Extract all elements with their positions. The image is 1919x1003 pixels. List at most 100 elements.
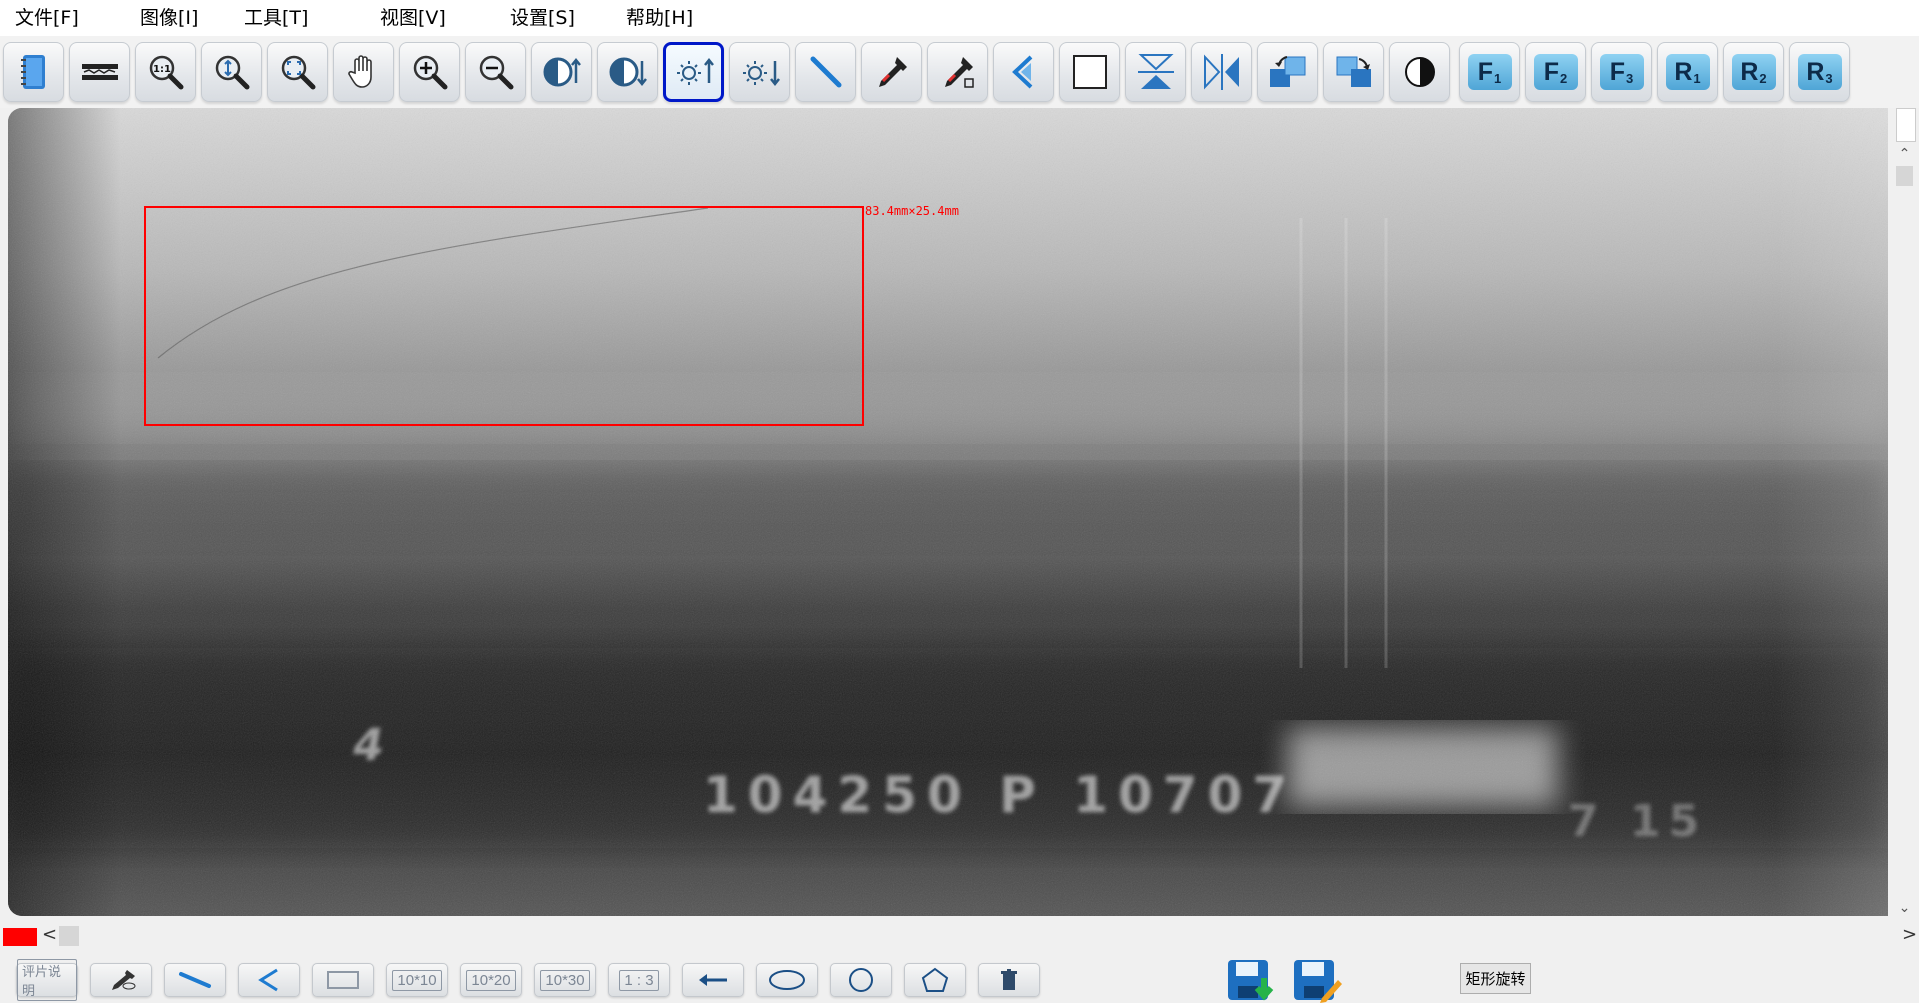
brightness-up-button[interactable] bbox=[663, 42, 724, 102]
grid-10x20-label: 10*20 bbox=[466, 969, 516, 991]
film-note-label: 评片说明 bbox=[17, 959, 77, 1001]
pentagon-icon bbox=[921, 967, 949, 992]
pan-hand-icon bbox=[347, 55, 372, 88]
zoom-fit-all-button[interactable] bbox=[267, 42, 328, 102]
scroll-left-arrow-icon[interactable]: < bbox=[42, 924, 57, 945]
notebook-button[interactable] bbox=[3, 42, 64, 102]
scrollbar-top-box bbox=[1896, 108, 1916, 142]
menu-help[interactable]: 帮助[H] bbox=[592, 0, 742, 36]
rotate-right-button[interactable] bbox=[1323, 42, 1384, 102]
measure-line-icon bbox=[810, 56, 841, 88]
scrollbar-thumb[interactable] bbox=[1896, 166, 1913, 186]
flip-vertical-icon bbox=[1137, 54, 1174, 89]
draw-circle-button[interactable] bbox=[830, 963, 892, 997]
draw-arrow-button[interactable] bbox=[682, 963, 744, 997]
grid-10x10-label: 10*10 bbox=[392, 969, 442, 991]
radiograph-viewport[interactable]: 4 104250 P 10707 7 15 83.4mm×25.4mm bbox=[8, 108, 1888, 916]
grid-10x20-button[interactable]: 10*20 bbox=[460, 963, 522, 997]
draw-rectangle-button[interactable] bbox=[312, 963, 374, 997]
draw-angle-icon bbox=[258, 968, 278, 992]
zoom-fit-height-button[interactable] bbox=[201, 42, 262, 102]
eyedropper-sample-icon bbox=[944, 57, 974, 88]
delete-annotation-button[interactable] bbox=[978, 963, 1040, 997]
measure-line-button[interactable] bbox=[795, 42, 856, 102]
invert-button[interactable] bbox=[1389, 42, 1450, 102]
eyedropper-icon bbox=[878, 57, 907, 87]
ellipse-icon bbox=[769, 970, 805, 990]
rotate-left-button[interactable] bbox=[1257, 42, 1318, 102]
preset-r2-button[interactable]: R2 bbox=[1723, 42, 1784, 102]
horizontal-scrollbar-thumb[interactable] bbox=[59, 926, 79, 946]
vertical-scrollbar[interactable]: ⌃ ⌄ bbox=[1890, 108, 1919, 916]
scroll-up-arrow-icon[interactable]: ⌃ bbox=[1890, 144, 1919, 164]
main-toolbar: 1:1 F 1 F 2 F 3 R 1 R 2 R 3 bbox=[0, 36, 1919, 108]
draw-rectangle-icon bbox=[327, 971, 359, 989]
roi-dimension-label: 83.4mm×25.4mm bbox=[865, 204, 959, 218]
app-window: 文件[F] 图像[I] 工具[T] 视图[V] 设置[S] 帮助[H] 1:1 bbox=[0, 0, 1919, 1003]
eyedropper-button[interactable] bbox=[861, 42, 922, 102]
bottom-toolbar: 评片说明 10*10 10*20 10*30 1 : 3 bbox=[0, 950, 1919, 1003]
invert-icon bbox=[1404, 57, 1435, 87]
preset-r1-button[interactable]: R1 bbox=[1657, 42, 1718, 102]
ratio-1-3-button[interactable]: 1 : 3 bbox=[608, 963, 670, 997]
contrast-up-button[interactable] bbox=[531, 42, 592, 102]
rect-rotate-button[interactable]: 矩形旋转 bbox=[1460, 963, 1531, 994]
notebook-icon bbox=[20, 55, 45, 89]
zoom-1to1-button[interactable]: 1:1 bbox=[135, 42, 196, 102]
film-code-end-text: 7 15 bbox=[1568, 796, 1708, 847]
zoom-out-button[interactable] bbox=[465, 42, 526, 102]
draw-angle-button[interactable] bbox=[238, 963, 300, 997]
zoom-1to1-icon: 1:1 bbox=[149, 55, 183, 90]
menu-tools[interactable]: 工具[T] bbox=[204, 0, 330, 36]
color-picker-button[interactable] bbox=[90, 963, 152, 997]
line-profile-button[interactable] bbox=[69, 42, 130, 102]
trash-icon bbox=[1001, 969, 1017, 990]
flip-horizontal-button[interactable] bbox=[1191, 42, 1252, 102]
menu-bar: 文件[F] 图像[I] 工具[T] 视图[V] 设置[S] 帮助[H] bbox=[0, 0, 1919, 36]
eyedropper-sample-button[interactable] bbox=[927, 42, 988, 102]
preset-r3-icon: R3 bbox=[1797, 54, 1842, 90]
roi-rectangle[interactable] bbox=[144, 206, 864, 426]
save-as-button[interactable] bbox=[1290, 956, 1346, 1003]
brightness-down-icon bbox=[742, 61, 780, 87]
brightness-up-icon bbox=[676, 57, 714, 85]
brightness-down-button[interactable] bbox=[729, 42, 790, 102]
menu-file[interactable]: 文件[F] bbox=[0, 0, 98, 36]
menu-view[interactable]: 视图[V] bbox=[330, 0, 466, 36]
zoom-fit-all-icon bbox=[281, 55, 315, 90]
angle-button[interactable] bbox=[993, 42, 1054, 102]
preset-f1-icon: F1 bbox=[1467, 54, 1512, 90]
preset-f1-button[interactable]: F1 bbox=[1459, 42, 1520, 102]
arrow-left-icon bbox=[699, 974, 727, 986]
grid-10x10-button[interactable]: 10*10 bbox=[386, 963, 448, 997]
zoom-fit-height-icon bbox=[215, 55, 249, 90]
menu-image[interactable]: 图像[I] bbox=[98, 0, 204, 36]
contrast-up-icon bbox=[543, 57, 581, 87]
film-note-button[interactable]: 评片说明 bbox=[16, 959, 78, 1001]
line-profile-icon bbox=[81, 64, 118, 80]
zoom-in-button[interactable] bbox=[399, 42, 460, 102]
zoom-out-icon bbox=[479, 55, 513, 90]
menu-settings[interactable]: 设置[S] bbox=[466, 0, 592, 36]
flip-vertical-button[interactable] bbox=[1125, 42, 1186, 102]
rectangle-button[interactable] bbox=[1059, 42, 1120, 102]
annotation-color-swatch[interactable] bbox=[3, 928, 37, 946]
draw-ellipse-button[interactable] bbox=[756, 963, 818, 997]
draw-polygon-button[interactable] bbox=[904, 963, 966, 997]
save-button[interactable] bbox=[1224, 956, 1280, 1003]
contrast-down-button[interactable] bbox=[597, 42, 658, 102]
scroll-down-arrow-icon[interactable]: ⌄ bbox=[1890, 898, 1919, 918]
preset-f2-button[interactable]: F2 bbox=[1525, 42, 1586, 102]
draw-line-button[interactable] bbox=[164, 963, 226, 997]
preset-f2-icon: F2 bbox=[1533, 54, 1578, 90]
ratio-1-3-label: 1 : 3 bbox=[619, 969, 659, 991]
color-picker-icon bbox=[112, 970, 136, 990]
scroll-right-arrow-icon[interactable]: > bbox=[1902, 924, 1917, 945]
grid-10x30-button[interactable]: 10*30 bbox=[534, 963, 596, 997]
preset-f3-button[interactable]: F3 bbox=[1591, 42, 1652, 102]
save-edit-icon bbox=[1294, 960, 1342, 1003]
pan-button[interactable] bbox=[333, 42, 394, 102]
preset-r3-button[interactable]: R3 bbox=[1789, 42, 1850, 102]
grid-10x30-label: 10*30 bbox=[540, 969, 590, 991]
rotate-right-icon bbox=[1336, 56, 1371, 87]
